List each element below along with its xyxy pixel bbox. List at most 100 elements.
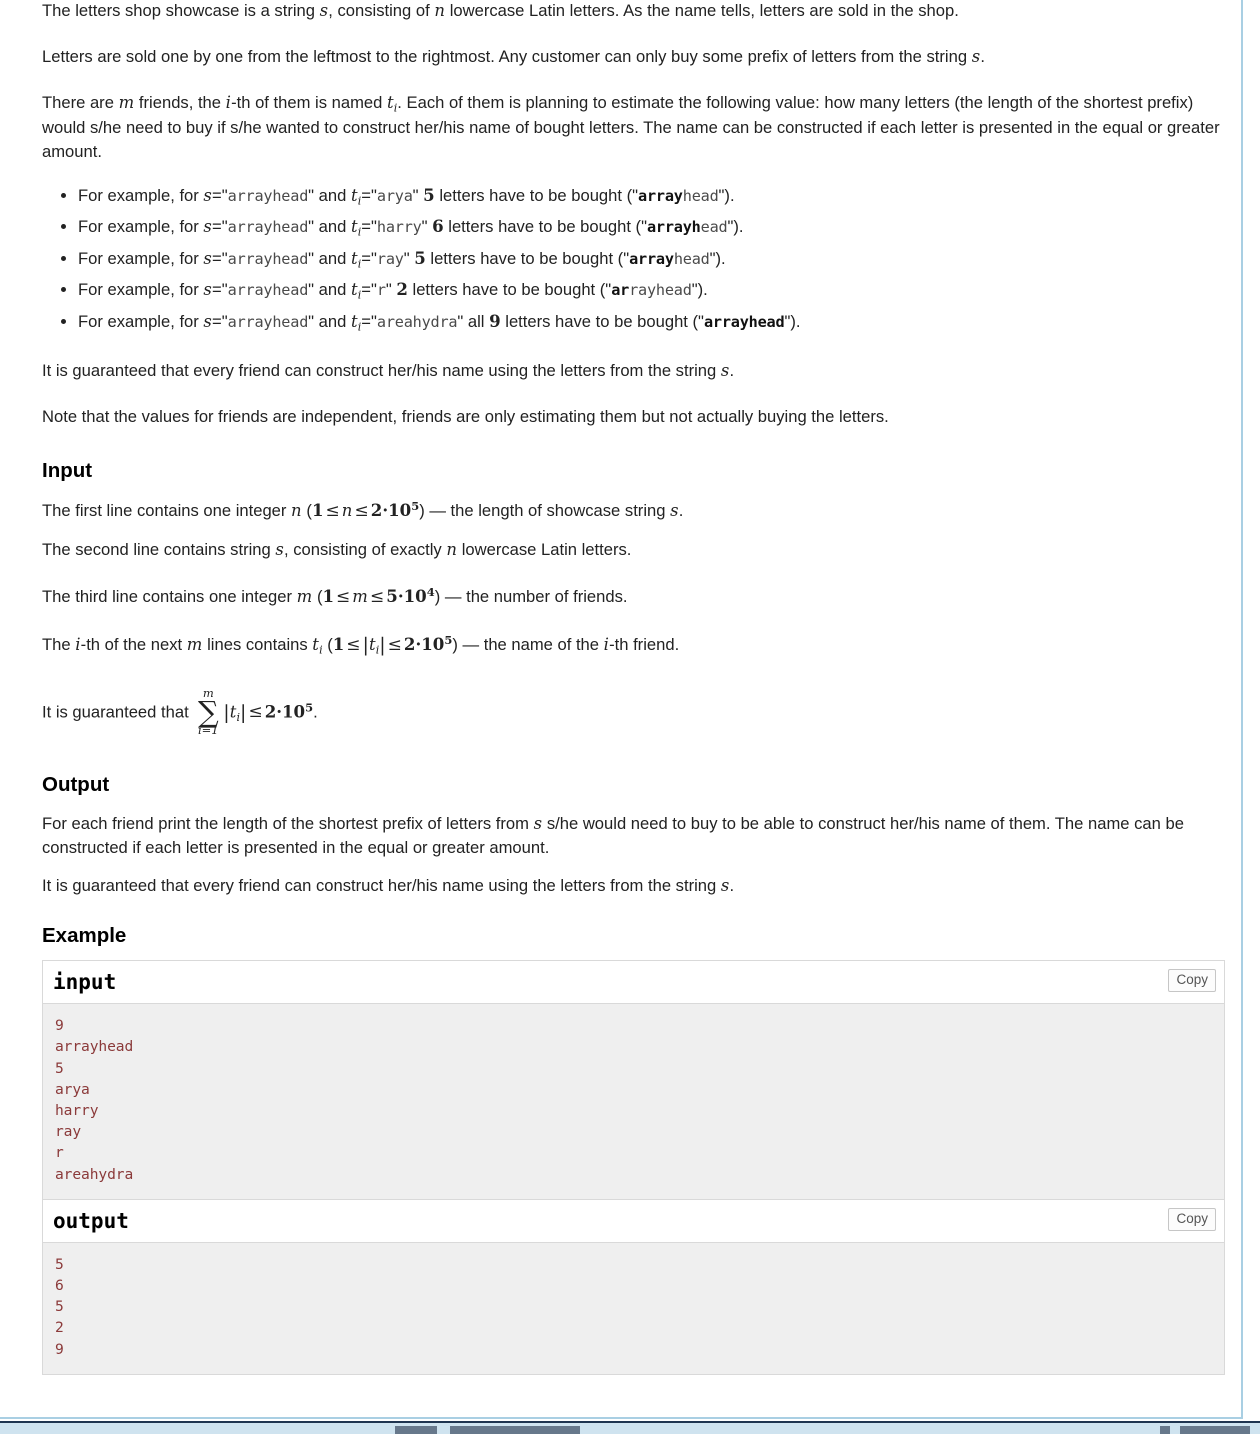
input-paragraph-1: The first line contains one integer n (1… [42, 487, 1222, 527]
example-count: 2 [396, 279, 408, 300]
list-item: For example, for s="arrayhead" and ti="h… [78, 212, 1222, 244]
taskbar-item[interactable] [1160, 1426, 1170, 1434]
example-text: "). [709, 248, 726, 268]
bound-base: 10 [388, 499, 412, 520]
example-bought-prefix: ar [611, 281, 630, 300]
output-paragraph-2: It is guaranteed that every friend can c… [42, 863, 1222, 909]
var-t: t [350, 217, 358, 237]
le-sign: ≤ [387, 634, 402, 655]
sample-input-title: input Copy [43, 961, 1224, 1005]
taskbar-item[interactable] [1180, 1426, 1250, 1434]
output-paragraph-1: For each friend print the length of the … [42, 801, 1222, 864]
example-text: letters have to be bought (" [425, 248, 630, 268]
var-t: t [229, 702, 237, 722]
input-text: ( [322, 634, 333, 654]
example-text: " all [457, 311, 490, 331]
example-s-value: arrayhead [227, 312, 309, 331]
sample-output-title-label: output [53, 1208, 129, 1233]
input-paragraph-3: The third line contains one integer m (1… [42, 573, 1222, 620]
example-bought-rest: rayhead [629, 281, 692, 300]
intro-text: , consisting of [328, 1, 435, 20]
example-bought-prefix: arrayh [646, 218, 701, 237]
example-text: =" [361, 217, 377, 237]
example-text: =" [212, 248, 228, 268]
var-t: t [350, 311, 358, 331]
input-text: The second line contains string [42, 540, 276, 560]
example-text: "). [718, 185, 735, 205]
example-text: letters have to be bought (" [500, 311, 704, 331]
guarantee-paragraph: It is guaranteed that every friend can c… [42, 348, 1222, 394]
input-text: ( [312, 587, 323, 607]
abs-bar-close: | [379, 633, 386, 656]
example-text: "). [691, 280, 708, 300]
le-sign: ≤ [346, 634, 361, 655]
intro-text: The letters shop showcase is a string [42, 1, 320, 20]
taskbar-item[interactable] [450, 1426, 580, 1434]
input-text: The [42, 634, 76, 654]
var-n: n [434, 1, 446, 20]
input-text: The third line contains one integer [42, 587, 297, 607]
input-paragraph-4: The i-th of the next m lines contains ti… [42, 621, 1222, 670]
input-paragraph-5-summation: It is guaranteed that m ∑ i=1 |ti| ≤2·105. [42, 670, 1222, 754]
example-prefix: For example, for [78, 280, 204, 300]
intro-paragraph-3: There are m friends, the i-th of them is… [42, 80, 1222, 175]
example-text: =" [361, 248, 377, 268]
output-text: For each friend print the length of the … [42, 813, 534, 833]
var-t: t [368, 634, 376, 654]
example-t-value: ray [376, 249, 404, 268]
input-text: -th friend. [609, 634, 680, 654]
example-text: " and [308, 217, 351, 237]
input-text: -th of the next [80, 634, 187, 654]
example-s-value: arrayhead [227, 281, 309, 300]
sigma-icon: ∑ [197, 695, 219, 730]
list-item: For example, for s="arrayhead" and ti="r… [78, 244, 1222, 276]
example-text: "). [727, 217, 744, 237]
input-section-heading: Input [42, 459, 93, 483]
example-bought-rest: head [673, 249, 710, 268]
sample-input-title-label: input [53, 970, 117, 995]
example-text: =" [212, 185, 228, 205]
var-n: n [446, 540, 458, 560]
var-m: m [118, 92, 135, 112]
example-count: 5 [414, 247, 426, 268]
input-text: ( [301, 500, 312, 520]
guarantee-text: . [729, 361, 735, 381]
example-s-value: arrayhead [227, 249, 309, 268]
example-text: " [385, 280, 397, 300]
bound-exponent: 5 [411, 499, 420, 514]
le-sign: ≤ [336, 587, 351, 608]
bound-base: 10 [403, 586, 427, 607]
bound-lower: 1 [332, 633, 345, 654]
copy-output-button[interactable]: Copy [1168, 1207, 1216, 1232]
var-s: s [203, 185, 213, 205]
example-t-value: areahydra [376, 312, 458, 331]
intro-text: . [980, 46, 985, 66]
example-text: =" [212, 311, 228, 331]
var-m: m [186, 634, 203, 654]
var-s: s [319, 1, 329, 20]
bound-base: 10 [421, 633, 445, 654]
intro-text: Letters are sold one by one from the lef… [42, 46, 972, 66]
os-taskbar[interactable] [0, 1421, 1260, 1434]
var-n: n [291, 500, 302, 520]
var-s: s [533, 813, 543, 833]
var-t: t [386, 92, 394, 112]
sample-tests: input Copy 9 arrayhead 5 arya harry ray r… [42, 960, 1225, 1375]
var-s: s [203, 311, 213, 331]
bound-coef: 2 [264, 701, 277, 722]
taskbar-item[interactable] [395, 1426, 437, 1434]
example-prefix: For example, for [78, 248, 204, 268]
example-s-value: arrayhead [227, 218, 309, 237]
bound-base: 10 [282, 701, 306, 722]
example-bought-rest: head [682, 186, 719, 205]
example-bought-prefix: arrayhead [703, 312, 785, 331]
example-text: =" [212, 217, 228, 237]
example-prefix: For example, for [78, 311, 204, 331]
example-t-value: arya [376, 186, 413, 205]
le-sign: ≤ [248, 702, 263, 723]
example-text: " [412, 185, 424, 205]
sample-input-data: 9 arrayhead 5 arya harry ray r areahydra [43, 1004, 1224, 1199]
problem-content: The letters shop showcase is a string s,… [42, 0, 1225, 1375]
copy-input-button[interactable]: Copy [1168, 969, 1216, 993]
input-text: — the number of friends. [440, 587, 628, 607]
